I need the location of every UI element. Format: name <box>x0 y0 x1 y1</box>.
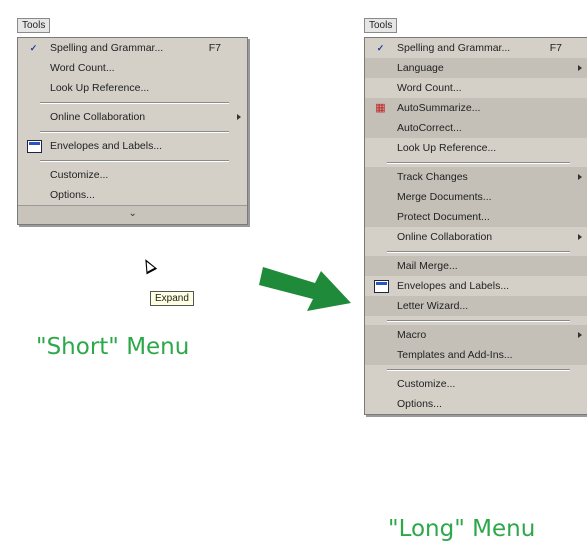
submenu-arrow-icon <box>237 114 241 120</box>
menu-item-label: Templates and Add-Ins... <box>397 349 513 361</box>
menu-item-label: AutoCorrect... <box>397 122 462 134</box>
short-menu-title[interactable]: Tools <box>17 18 51 33</box>
short-menu-item-word-count[interactable]: Word Count... <box>18 58 247 78</box>
autosummarize-icon: ▦ <box>375 102 386 114</box>
menu-item-label: Spelling and Grammar... <box>397 42 511 54</box>
expand-menu-button[interactable]: ⌄ <box>18 205 247 224</box>
menu-item-label: Customize... <box>50 169 109 181</box>
menu-item-label: Word Count... <box>397 82 462 94</box>
menu-item-label: Spelling and Grammar... <box>50 42 164 54</box>
menu-separator <box>365 365 587 374</box>
menu-item-label: Customize... <box>397 378 456 390</box>
long-menu-item-merge-documents[interactable]: Merge Documents... <box>365 187 587 207</box>
long-menu-item-protect-document[interactable]: Protect Document... <box>365 207 587 227</box>
menu-item-label: Online Collaboration <box>50 111 146 123</box>
menu-item-label: Word Count... <box>50 62 115 74</box>
envelope-icon <box>374 280 389 293</box>
long-menu-title[interactable]: Tools <box>364 18 398 33</box>
short-menu-item-options[interactable]: Options... <box>18 185 247 205</box>
mouse-pointer-icon <box>140 256 158 275</box>
menu-item-label: Look Up Reference... <box>397 142 497 154</box>
menu-item-label: Online Collaboration <box>397 231 493 243</box>
short-menu-item-online-collaboration[interactable]: Online Collaboration <box>18 107 247 127</box>
menu-item-label: Mail Merge... <box>397 260 458 272</box>
long-menu-item-options[interactable]: Options... <box>365 394 587 414</box>
long-menu-item-templates-and-add-ins[interactable]: Templates and Add-Ins... <box>365 345 587 365</box>
long-menu-item-letter-wizard[interactable]: Letter Wizard... <box>365 296 587 316</box>
menu-item-label: Letter Wizard... <box>397 300 469 312</box>
menu-item-shortcut: F7 <box>549 42 562 54</box>
short-menu-item-customize[interactable]: Customize... <box>18 165 247 185</box>
menu-item-label: Look Up Reference... <box>50 82 150 94</box>
menu-separator <box>18 98 247 107</box>
expand-tooltip: Expand <box>150 291 194 306</box>
long-menu-item-autosummarize[interactable]: ▦ AutoSummarize... <box>365 98 587 118</box>
long-menu-caption: "Long" Menu <box>388 516 536 542</box>
short-menu-caption: "Short" Menu <box>36 334 190 360</box>
short-menu-item-envelopes-and-labels[interactable]: Envelopes and Labels... <box>18 136 247 156</box>
envelope-icon <box>27 140 42 153</box>
menu-item-label: Macro <box>397 329 427 341</box>
menu-item-label: Options... <box>397 398 442 410</box>
menu-item-label: AutoSummarize... <box>397 102 481 114</box>
long-menu-item-track-changes[interactable]: Track Changes <box>365 167 587 187</box>
long-menu-item-word-count[interactable]: Word Count... <box>365 78 587 98</box>
transition-arrow-icon <box>259 267 351 311</box>
menu-item-label: Options... <box>50 189 95 201</box>
menu-item-label: Protect Document... <box>397 211 490 223</box>
long-tools-menu: ✓ Spelling and Grammar... F7 Language Word C… <box>364 37 587 415</box>
submenu-arrow-icon <box>578 174 582 180</box>
long-menu-item-macro[interactable]: Macro <box>365 325 587 345</box>
menu-item-label: Track Changes <box>397 171 468 183</box>
chevron-down-icon: ⌄ <box>128 208 137 219</box>
menu-separator <box>18 127 247 136</box>
long-menu-item-mail-merge[interactable]: Mail Merge... <box>365 256 587 276</box>
submenu-arrow-icon <box>578 332 582 338</box>
long-menu-item-online-collaboration[interactable]: Online Collaboration <box>365 227 587 247</box>
submenu-arrow-icon <box>578 234 582 240</box>
spelling-icon: ✓ <box>376 43 385 53</box>
menu-item-label: Envelopes and Labels... <box>50 140 163 152</box>
long-menu-item-look-up-reference[interactable]: Look Up Reference... <box>365 138 587 158</box>
long-menu-item-autocorrect[interactable]: AutoCorrect... <box>365 118 587 138</box>
menu-item-label: Language <box>397 62 444 74</box>
submenu-arrow-icon <box>578 65 582 71</box>
menu-separator <box>18 156 247 165</box>
long-menu-item-customize[interactable]: Customize... <box>365 374 587 394</box>
spelling-icon: ✓ <box>29 43 38 53</box>
short-menu-item-look-up-reference[interactable]: Look Up Reference... <box>18 78 247 98</box>
long-menu-item-spelling-and-grammar[interactable]: ✓ Spelling and Grammar... F7 <box>365 38 587 58</box>
menu-separator <box>365 247 587 256</box>
menu-item-shortcut: F7 <box>208 42 221 54</box>
menu-separator <box>365 316 587 325</box>
menu-item-label: Envelopes and Labels... <box>397 280 510 292</box>
long-menu-item-envelopes-and-labels[interactable]: Envelopes and Labels... <box>365 276 587 296</box>
short-tools-menu: ✓ Spelling and Grammar... F7 Word Count... L… <box>17 37 248 225</box>
short-menu-item-spelling-and-grammar[interactable]: ✓ Spelling and Grammar... F7 <box>18 38 247 58</box>
long-menu-item-language[interactable]: Language <box>365 58 587 78</box>
menu-item-label: Merge Documents... <box>397 191 492 203</box>
menu-separator <box>365 158 587 167</box>
